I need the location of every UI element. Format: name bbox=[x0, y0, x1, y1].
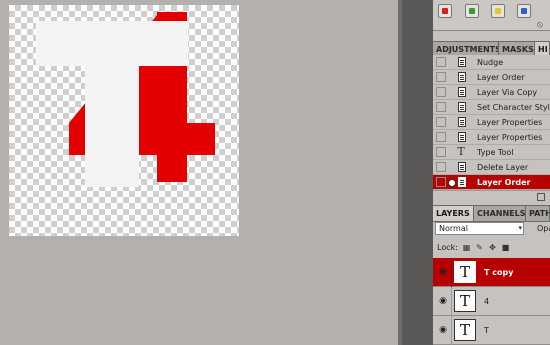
document-icon bbox=[458, 102, 466, 112]
layer-row[interactable]: ◉ T T copy bbox=[433, 258, 550, 287]
layer-row[interactable]: ◉ T 4 bbox=[433, 287, 550, 316]
new-snapshot-icon[interactable] bbox=[537, 193, 545, 201]
swatch-toolbar: ⦸ bbox=[433, 0, 550, 31]
history-item-selected[interactable]: Layer Order bbox=[433, 175, 550, 190]
layer-name[interactable]: T bbox=[484, 316, 489, 345]
panel-dock-strip bbox=[402, 0, 433, 345]
lock-all-icon[interactable]: ■ bbox=[501, 243, 510, 252]
snapshot-checkbox[interactable] bbox=[436, 57, 446, 67]
lock-transparency-icon[interactable]: ▦ bbox=[462, 243, 471, 252]
history-item-label: Layer Properties bbox=[477, 118, 543, 127]
layers-tabbar: LAYERS CHANNELS PATH bbox=[433, 205, 550, 222]
document-icon bbox=[458, 117, 466, 127]
type-layer-thumbnail: T bbox=[454, 290, 476, 312]
blend-mode-value: Normal bbox=[439, 224, 468, 233]
document-icon bbox=[458, 162, 466, 172]
history-item-label: Type Tool bbox=[477, 148, 514, 157]
snapshot-checkbox[interactable] bbox=[436, 162, 446, 172]
history-item-label: Set Character Style bbox=[477, 103, 550, 112]
snapshot-checkbox[interactable] bbox=[436, 147, 446, 157]
document-canvas[interactable] bbox=[9, 5, 239, 236]
document-icon bbox=[458, 57, 466, 67]
snapshot-checkbox[interactable] bbox=[436, 72, 446, 82]
history-item[interactable]: Layer Properties bbox=[433, 130, 550, 145]
layer-separator bbox=[451, 258, 452, 287]
history-item[interactable]: Set Character Style bbox=[433, 100, 550, 115]
right-panel: ⦸ ADJUSTMENTS MASKS HI Nudge Layer Order… bbox=[433, 0, 550, 345]
document-icon bbox=[458, 87, 466, 97]
type-layer-thumbnail: T bbox=[454, 261, 476, 283]
document-icon bbox=[458, 72, 466, 82]
snapshot-checkbox[interactable] bbox=[436, 87, 446, 97]
history-item-label: Layer Order bbox=[477, 178, 531, 187]
lock-row: Lock: ▦ ✎ ✥ ■ bbox=[433, 242, 550, 254]
history-item-label: Nudge bbox=[477, 58, 504, 67]
chevron-down-icon: ▾ bbox=[518, 224, 522, 232]
visibility-eye-icon[interactable]: ◉ bbox=[437, 326, 449, 335]
history-state-marker-icon[interactable] bbox=[448, 179, 456, 187]
history-item[interactable]: Layer Via Copy bbox=[433, 85, 550, 100]
type-tool-icon: T bbox=[457, 145, 465, 158]
lock-label: Lock: bbox=[437, 243, 458, 252]
history-item-label: Layer Order bbox=[477, 73, 525, 82]
tab-channels[interactable]: CHANNELS bbox=[474, 206, 526, 221]
snapshot-checkbox[interactable] bbox=[436, 132, 446, 142]
tab-paths[interactable]: PATH bbox=[526, 206, 550, 221]
history-item-label: Delete Layer bbox=[477, 163, 529, 172]
history-item[interactable]: Delete Layer bbox=[433, 160, 550, 175]
lock-pixels-icon[interactable]: ✎ bbox=[475, 243, 484, 252]
layer-row[interactable]: ◉ T T bbox=[433, 316, 550, 345]
green-swatch-icon[interactable] bbox=[465, 4, 479, 18]
opacity-label: Opa bbox=[537, 224, 550, 233]
snapshot-checkbox[interactable] bbox=[436, 117, 446, 127]
history-item-label: Layer Properties bbox=[477, 133, 543, 142]
history-footer bbox=[433, 190, 550, 204]
history-item[interactable]: Layer Properties bbox=[433, 115, 550, 130]
red-swatch-icon[interactable] bbox=[438, 4, 452, 18]
snapshot-checkbox[interactable] bbox=[436, 177, 446, 187]
layer-name[interactable]: T copy bbox=[484, 258, 513, 287]
visibility-eye-icon[interactable]: ◉ bbox=[437, 268, 449, 277]
lock-position-icon[interactable]: ✥ bbox=[488, 243, 497, 252]
history-item[interactable]: T Type Tool bbox=[433, 145, 550, 160]
document-icon bbox=[458, 132, 466, 142]
blue-swatch-icon[interactable] bbox=[517, 4, 531, 18]
layer-name[interactable]: 4 bbox=[484, 287, 489, 316]
history-item-label: Layer Via Copy bbox=[477, 88, 538, 97]
yellow-swatch-icon[interactable] bbox=[491, 4, 505, 18]
no-symbol-icon[interactable]: ⦸ bbox=[537, 20, 543, 30]
type-layer-thumbnail: T bbox=[454, 319, 476, 341]
layers-list: ◉ T T copy ◉ T 4 ◉ T T bbox=[433, 258, 550, 345]
layer-separator bbox=[451, 316, 452, 345]
blend-mode-select[interactable]: Normal ▾ bbox=[435, 222, 524, 235]
history-item[interactable]: Nudge bbox=[433, 55, 550, 70]
tab-layers[interactable]: LAYERS bbox=[433, 206, 474, 221]
layer-separator bbox=[451, 287, 452, 316]
visibility-eye-icon[interactable]: ◉ bbox=[437, 297, 449, 306]
snapshot-checkbox[interactable] bbox=[436, 102, 446, 112]
canvas-artwork bbox=[36, 12, 215, 187]
document-icon bbox=[458, 177, 466, 187]
history-item[interactable]: Layer Order bbox=[433, 70, 550, 85]
history-list: Nudge Layer Order Layer Via Copy Set Cha… bbox=[433, 55, 550, 190]
